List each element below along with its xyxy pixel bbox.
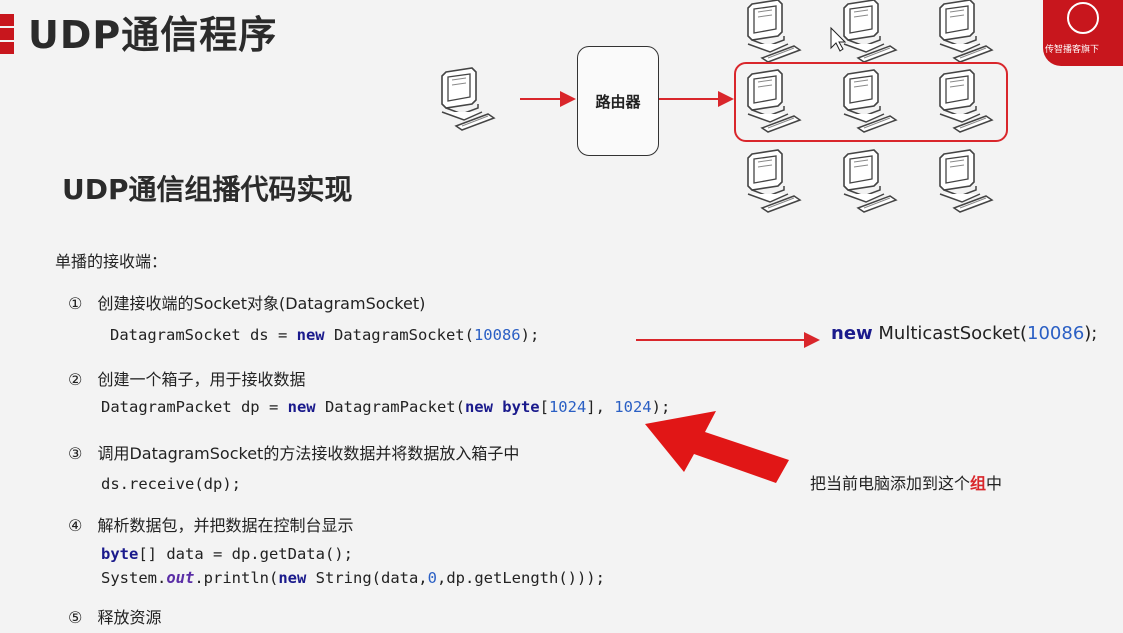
note-text: 中 xyxy=(986,474,1003,493)
code-field: out xyxy=(166,569,195,587)
code-line-5: System.out.println(new String(data,0,dp.… xyxy=(101,569,605,587)
code-line-1: DatagramSocket ds = new DatagramSocket(1… xyxy=(110,326,539,344)
step-1: ① 创建接收端的Socket对象(DatagramSocket) xyxy=(68,290,425,314)
computer-icon xyxy=(939,0,993,63)
code-keyword: new xyxy=(287,398,316,416)
router-label: 路由器 xyxy=(595,92,641,111)
computer-icon xyxy=(843,0,897,63)
code-number: 10086 xyxy=(473,326,521,344)
step-number: ② xyxy=(68,370,83,389)
code-keyword: new xyxy=(296,326,325,344)
code-text: [ xyxy=(539,398,549,416)
note-highlight: 组 xyxy=(970,474,987,493)
code-text: DatagramPacket dp = xyxy=(101,398,288,416)
annotation-note: 把当前电脑添加到这个组中 xyxy=(810,470,1002,494)
section-heading: UDP通信组播代码实现 xyxy=(62,173,353,206)
code-keyword: new xyxy=(831,323,873,344)
note-text: 把当前电脑添加到这个 xyxy=(810,474,971,493)
mouse-cursor-icon xyxy=(830,26,847,52)
code-keyword: new xyxy=(464,398,493,416)
computer-icon xyxy=(939,149,993,213)
step-3: ③ 调用DatagramSocket的方法接收数据并将数据放入箱子中 xyxy=(68,440,519,464)
step-5: ⑤ 释放资源 xyxy=(68,604,161,628)
code-text: ,dp.getLength())); xyxy=(437,569,605,587)
code-keyword: byte xyxy=(502,398,540,416)
step-text: 调用DatagramSocket的方法接收数据并将数据放入箱子中 xyxy=(97,444,520,463)
code-text: ], xyxy=(586,398,615,416)
step-number: ⑤ xyxy=(68,608,83,627)
code-text: DatagramSocket( xyxy=(324,326,474,344)
computer-icon xyxy=(747,149,801,213)
code-number: 0 xyxy=(427,569,437,587)
code-text: System. xyxy=(101,569,167,587)
code-text: DatagramPacket( xyxy=(315,398,465,416)
intro-text: 单播的接收端： xyxy=(55,252,168,271)
code-keyword: new xyxy=(278,569,307,587)
computer-icon xyxy=(843,149,897,213)
router-box: 路由器 xyxy=(577,46,659,156)
computer-icon xyxy=(747,0,801,63)
code-line-3: ds.receive(dp); xyxy=(101,475,241,493)
code-keyword: byte xyxy=(101,545,139,563)
step-number: ③ xyxy=(68,444,83,463)
step-text: 创建一个箱子，用于接收数据 xyxy=(97,370,306,389)
step-number: ① xyxy=(68,294,83,313)
code-text: .println( xyxy=(194,569,279,587)
big-red-arrow-icon xyxy=(645,411,789,483)
sender-computer-icon xyxy=(441,67,495,131)
step-text: 创建接收端的Socket对象(DatagramSocket) xyxy=(97,294,426,313)
code-number: 1024 xyxy=(548,398,587,416)
code-line-2: DatagramPacket dp = new DatagramPacket(n… xyxy=(101,398,670,416)
step-number: ④ xyxy=(68,516,83,535)
code-text: MulticastSocket( xyxy=(872,323,1028,344)
code-text: String(data, xyxy=(306,569,428,587)
code-number: 10086 xyxy=(1027,323,1085,344)
step-text: 解析数据包，并把数据在控制台显示 xyxy=(97,516,354,535)
step-4: ④ 解析数据包，并把数据在控制台显示 xyxy=(68,512,353,536)
code-line-4: byte[] data = dp.getData(); xyxy=(101,545,353,563)
code-text: DatagramSocket ds = xyxy=(110,326,297,344)
code-text: ); xyxy=(1084,323,1098,344)
code-text: [] data = dp.getData(); xyxy=(138,545,353,563)
multicast-code: new MulticastSocket(10086); xyxy=(831,323,1097,344)
code-text: ); xyxy=(520,326,540,344)
step-text: 释放资源 xyxy=(97,608,162,627)
multicast-group-box xyxy=(734,62,1008,142)
code-text: ); xyxy=(651,398,671,416)
code-number: 1024 xyxy=(614,398,652,416)
step-2: ② 创建一个箱子，用于接收数据 xyxy=(68,366,305,390)
